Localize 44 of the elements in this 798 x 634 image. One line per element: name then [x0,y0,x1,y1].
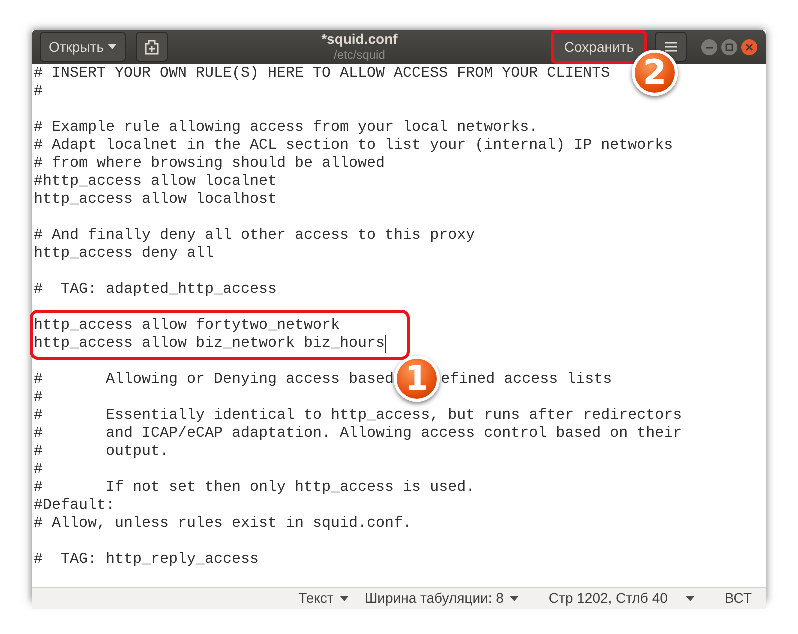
code-line: # INSERT YOUR OWN RULE(S) HERE TO ALLOW ACCESS FROM YOUR CLIENTS [34,65,610,83]
caret-icon [340,596,349,602]
window-title: *squid.conf [322,30,398,48]
code-line: #http_access allow localnet [34,173,278,191]
code-line: # [34,461,44,479]
code-line: http_access allow biz_network biz_hours [34,335,386,353]
callout-badge: 2 [632,50,678,96]
maximize-icon[interactable] [721,38,738,56]
code-line: # If not set then only http_access is used. [34,479,476,497]
new-tab-icon [144,40,160,54]
code-line: efined access lists [441,371,612,389]
callout-badge: 1 [394,356,440,402]
position-dropdown[interactable] [686,596,695,602]
code-line: # Adapt localnet in the ACL section to list your (internal) IP networks [34,137,674,155]
code-line: # TAG: http_reply_access [34,551,260,569]
save-button[interactable]: Сохранить [551,30,647,64]
code-line: http_access allow localhost [34,191,278,209]
code-line: # TAG: adapted_http_access [34,281,278,299]
code-line: # output. [34,443,170,461]
insert-mode: ВСТ [724,589,752,608]
window-subtitle: /etc/squid [334,48,386,64]
code-line: # Allow, unless rules exist in squid.conf. [34,515,412,533]
code-line: # Allowing or Denying access based [34,371,394,389]
code-line: http_access deny all [34,245,214,263]
menu-icon [665,42,677,52]
code-line: #Default: [34,497,116,515]
open-button[interactable]: Открыть [40,32,126,62]
code-line: # And finally deny all other access to this proxy [34,227,476,245]
caret-icon [686,596,695,602]
minimize-icon[interactable] [701,38,718,56]
cursor-position: Стр 1202, Стлб 40 [548,589,668,608]
code-line: # Essentially identical to http_access, but runs after redirectors [34,407,682,425]
code-line: # [34,83,44,101]
code-line: # from where browsing should be allowed [34,155,386,173]
caret-icon [108,44,117,50]
close-icon[interactable] [741,38,758,56]
new-tab-button[interactable] [136,32,168,62]
code-line: # Example rule allowing access from your local networks. [34,119,538,137]
tab-width-selector[interactable]: Ширина табуляции: 8 [364,588,519,609]
syntax-selector[interactable]: Текст [298,588,349,609]
code-line: http_access allow fortytwo_network [34,317,340,335]
code-line: # [34,389,44,407]
caret-icon [510,596,519,602]
code-line: # and ICAP/eCAP adaptation. Allowing access control based on their [34,425,682,443]
